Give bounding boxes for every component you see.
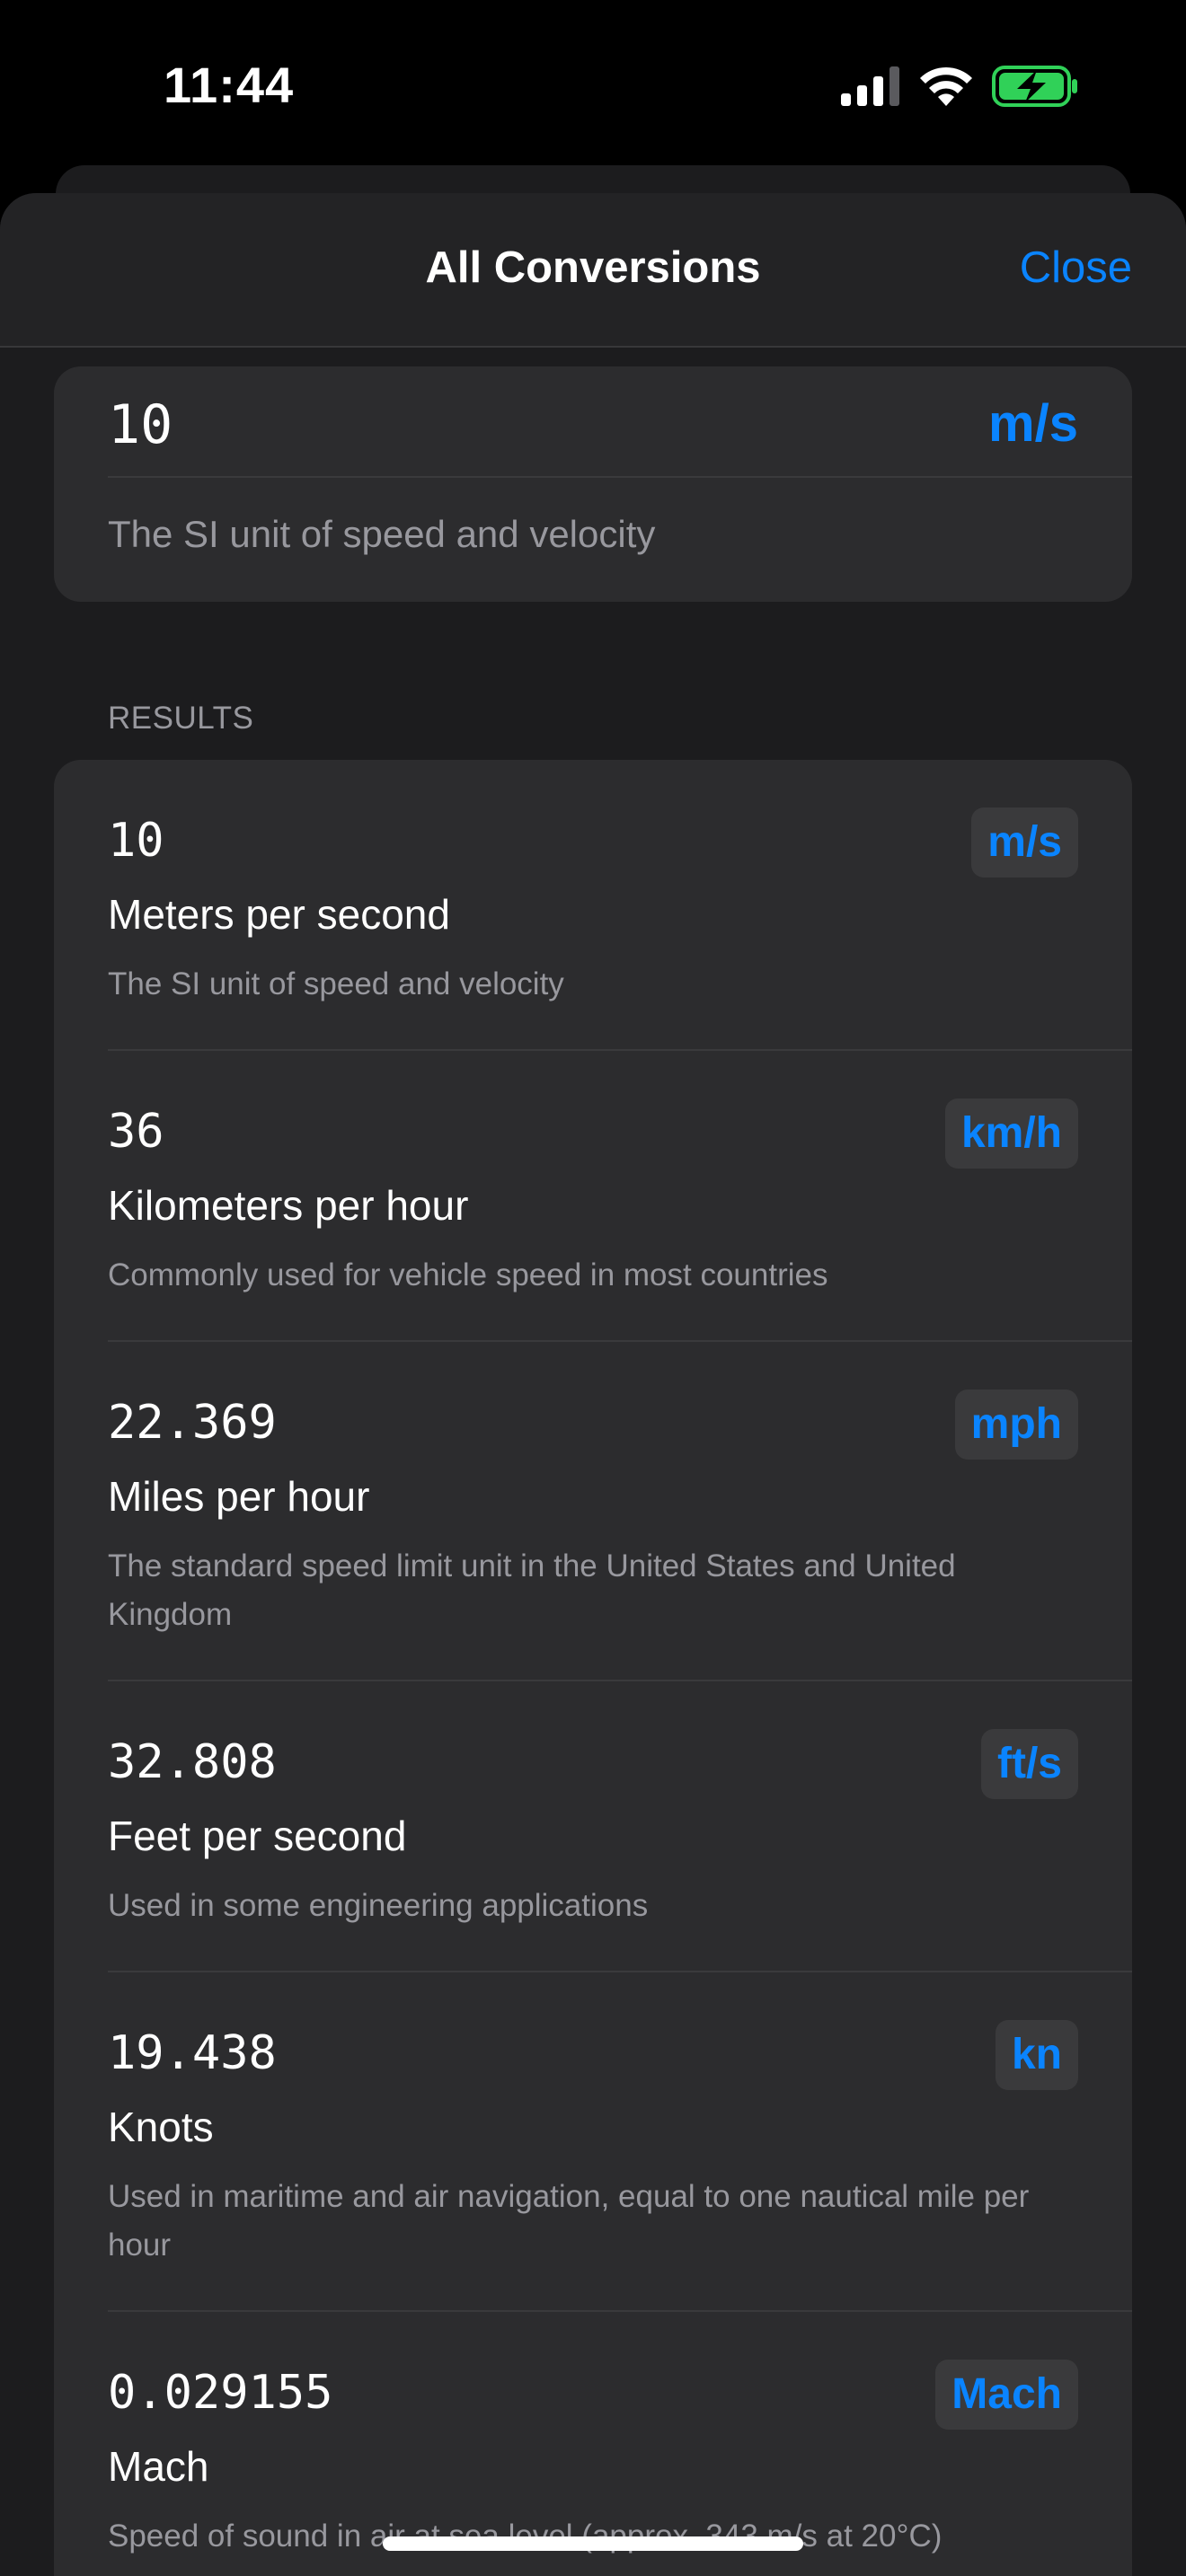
unit-description: Used in some engineering applications (108, 1888, 649, 1923)
unit-badge: kn (995, 2020, 1078, 2090)
result-row[interactable]: 10 m/s Meters per second The SI unit of … (54, 760, 1132, 1051)
wifi-icon (920, 66, 972, 106)
unit-badge: km/h (944, 1098, 1078, 1169)
unit-description: The standard speed limit unit in the Uni… (108, 1548, 956, 1632)
results-list: 10 m/s Meters per second The SI unit of … (54, 760, 1132, 2576)
status-bar: 11:44 (0, 0, 1186, 171)
unit-badge: mph (954, 1389, 1078, 1460)
unit-name: Feet per second (108, 1813, 407, 1859)
results-section-header: RESULTS (108, 701, 254, 736)
conversions-sheet: All Conversions Close 10 m/s The SI unit… (0, 193, 1186, 2576)
result-row[interactable]: 19.438 kn Knots Used in maritime and air… (54, 1972, 1132, 2312)
unit-description: Used in maritime and air navigation, equ… (108, 2179, 1030, 2263)
input-card: 10 m/s The SI unit of speed and velocity (54, 366, 1132, 602)
unit-badge: Mach (935, 2360, 1078, 2430)
result-value: 19.438 (108, 2026, 277, 2080)
result-value: 32.808 (108, 1735, 277, 1789)
result-value: 36 (108, 1105, 164, 1159)
home-indicator[interactable] (383, 2536, 803, 2551)
cellular-signal-icon (841, 66, 899, 106)
close-button[interactable]: Close (1020, 243, 1132, 293)
unit-description: Commonly used for vehicle speed in most … (108, 1257, 828, 1292)
battery-charging-icon (992, 66, 1077, 107)
input-unit-selector[interactable]: m/s (988, 393, 1078, 454)
unit-name: Meters per second (108, 891, 450, 938)
unit-name: Miles per hour (108, 1473, 370, 1520)
result-value: 22.369 (108, 1396, 277, 1450)
navigation-bar: All Conversions Close (0, 193, 1186, 348)
unit-name: Knots (108, 2104, 214, 2150)
result-row[interactable]: 22.369 mph Miles per hour The standard s… (54, 1342, 1132, 1681)
unit-badge: m/s (971, 807, 1078, 878)
unit-name: Mach (108, 2443, 209, 2490)
unit-badge: ft/s (981, 1729, 1078, 1799)
status-time: 11:44 (164, 57, 295, 113)
input-unit-description: The SI unit of speed and velocity (108, 513, 656, 555)
unit-name: Kilometers per hour (108, 1182, 469, 1229)
result-value: 10 (108, 814, 164, 868)
result-row[interactable]: 32.808 ft/s Feet per second Used in some… (54, 1681, 1132, 1972)
unit-description: The SI unit of speed and velocity (108, 966, 564, 1001)
page-title: All Conversions (425, 243, 761, 292)
result-value: 0.029155 (108, 2366, 333, 2420)
input-value-field[interactable]: 10 (108, 393, 173, 456)
divider (108, 476, 1132, 478)
result-row[interactable]: 36 km/h Kilometers per hour Commonly use… (54, 1051, 1132, 1342)
